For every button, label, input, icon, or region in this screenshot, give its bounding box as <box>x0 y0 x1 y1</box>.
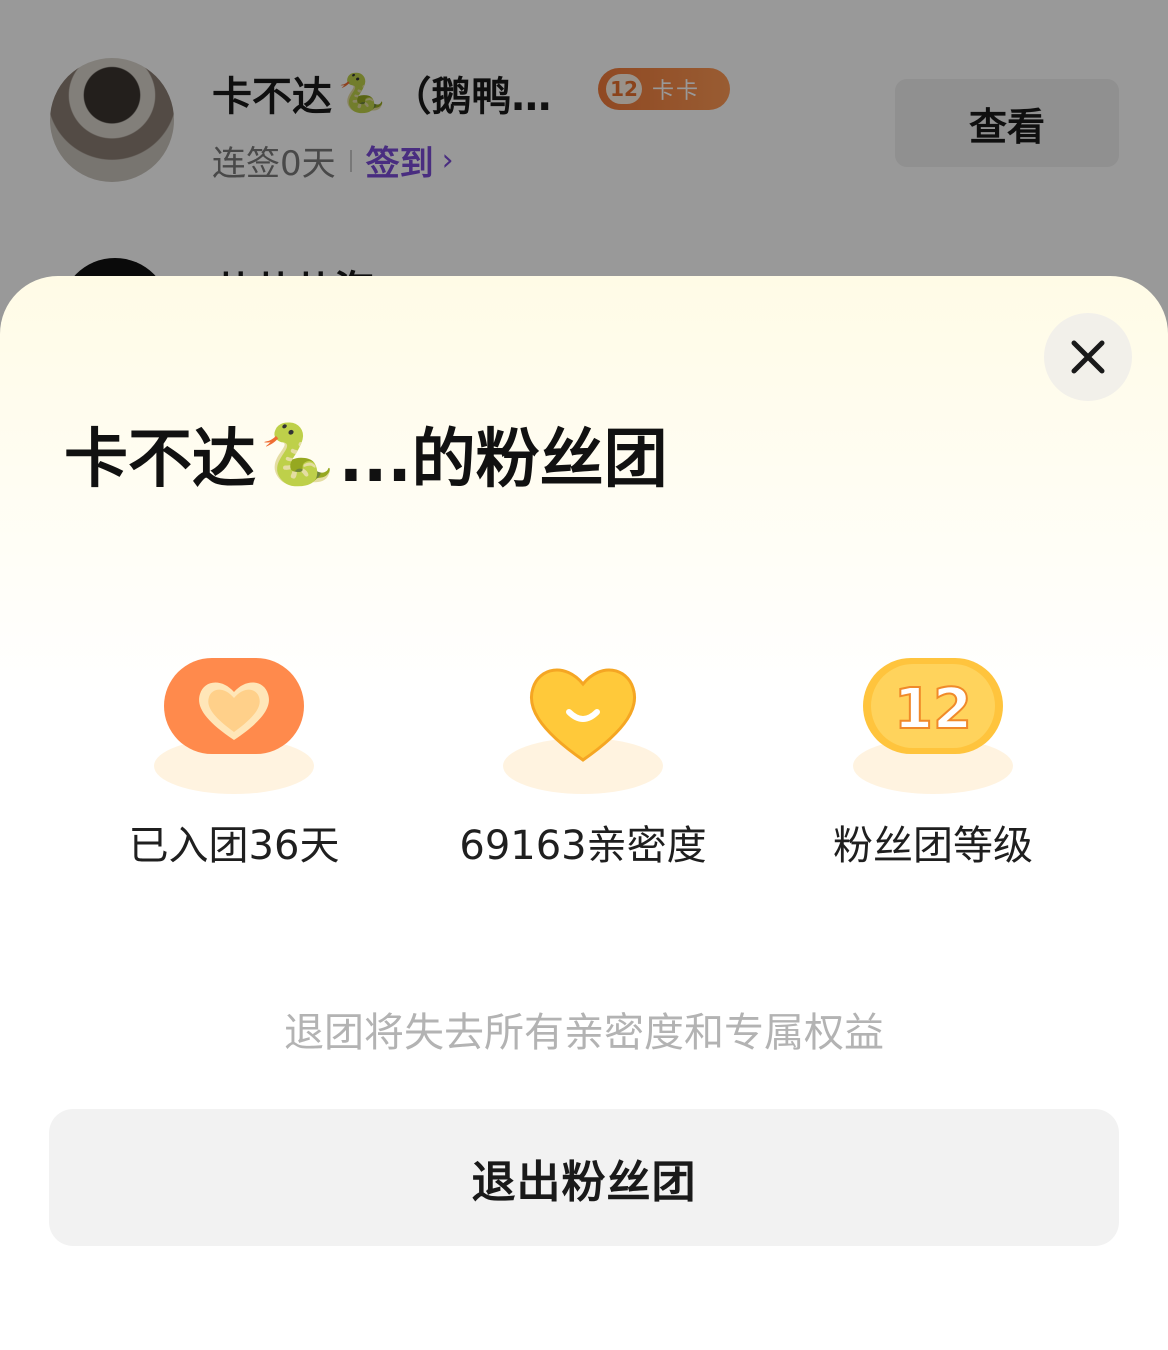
leave-warning: 退团将失去所有亲密度和专属权益 <box>284 1010 884 1056</box>
stat-days-joined: 已入团36天 <box>64 648 404 869</box>
stat-label: 69163亲密度 <box>459 823 707 869</box>
fan-club-stats: 已入团36天 69163亲密度 12 粉丝团等级 <box>0 648 1168 869</box>
smiling-heart-icon <box>503 668 663 794</box>
page-title: 卡不达 🐍 ...的粉丝团 <box>64 408 668 500</box>
close-icon <box>1071 340 1105 374</box>
close-button[interactable] <box>1044 313 1132 401</box>
level-badge-number: 12 <box>894 677 972 742</box>
stat-label: 已入团36天 <box>128 823 340 869</box>
snake-emoji-icon: 🐍 <box>260 419 335 490</box>
stat-level: 12 粉丝团等级 <box>763 648 1103 869</box>
stat-intimacy: 69163亲密度 <box>413 648 753 869</box>
orange-heart-badge-icon <box>154 658 314 794</box>
level-badge-icon: 12 <box>853 658 1013 794</box>
leave-fan-club-button[interactable]: 退出粉丝团 <box>49 1109 1119 1246</box>
stat-label: 粉丝团等级 <box>833 823 1033 869</box>
title-prefix: 卡不达 <box>64 423 256 497</box>
fan-club-sheet: 卡不达 🐍 ...的粉丝团 已入团36天 69163亲密度 12 粉丝团等级 退… <box>0 276 1168 1350</box>
fan-club-screen: 卡不达 🐍 （鹅鸭… 12 卡卡 连签0天 签到 › 查看 儿儿儿海 <box>0 0 1168 1350</box>
title-suffix: ...的粉丝团 <box>338 423 668 497</box>
